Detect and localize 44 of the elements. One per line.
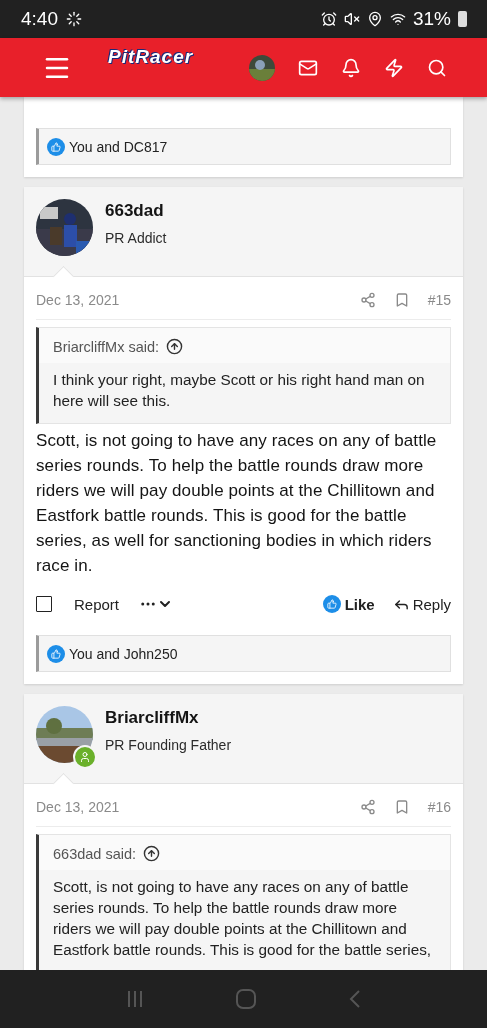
quote-source[interactable]: BriarcliffMx said: <box>53 338 160 355</box>
quote-text: I think your right, maybe Scott or his right hand man on here will see this. <box>52 370 426 411</box>
online-badge <box>73 745 97 769</box>
likes-text: You and DC817 <box>69 138 168 155</box>
likes-text: You and John250 <box>69 645 178 662</box>
recent-apps-icon[interactable] <box>126 990 145 1008</box>
alarm-icon <box>320 11 337 27</box>
location-icon <box>366 11 383 27</box>
report-link[interactable]: Report <box>74 595 120 613</box>
jump-up-icon[interactable] <box>143 845 161 862</box>
loading-icon <box>66 11 82 27</box>
like-icon <box>51 141 61 152</box>
share-icon[interactable] <box>359 799 376 815</box>
wifi-icon <box>389 11 406 27</box>
likes-summary[interactable]: You and John250 <box>36 635 451 672</box>
likes-summary[interactable]: You and DC817 <box>36 128 451 165</box>
home-icon[interactable] <box>236 989 257 1009</box>
mute-icon <box>343 11 360 27</box>
post-date[interactable]: Dec 13, 2021 <box>36 292 120 308</box>
lightning-icon[interactable] <box>384 57 404 78</box>
battery-icon <box>458 11 467 27</box>
select-checkbox[interactable] <box>36 596 52 612</box>
battery-percent: 31% <box>412 8 451 30</box>
back-icon[interactable] <box>348 990 361 1008</box>
thumbs-up-icon <box>326 599 337 609</box>
post-number[interactable]: #16 <box>427 799 451 815</box>
quote-source[interactable]: 663dad said: <box>53 845 137 862</box>
post-text: Scott, is not going to have any races on any of battle series rounds. To help the battle rounds draw more riders we will pay double points at the Chillitown and Eastfork battle rounds. This is good for the battle series, as well for sanctioning bodies in which riders race in. <box>36 430 438 577</box>
username[interactable]: 663dad <box>105 201 167 221</box>
like-icon <box>51 648 61 659</box>
quote-text: Scott, is not going to have any races on any of battle series rounds. To help the battle rounds draw more riders we will pay double points at the Chillitown and Eastfork battle rounds. This is good for the battle series, <box>52 877 433 960</box>
jump-up-icon[interactable] <box>166 338 184 355</box>
site-logo[interactable]: PitRacer <box>108 45 194 68</box>
post-date[interactable]: Dec 13, 2021 <box>36 799 120 815</box>
share-icon[interactable] <box>359 292 376 308</box>
user-title: PR Founding Father <box>105 737 232 753</box>
user-title: PR Addict <box>105 230 167 246</box>
reply-button[interactable]: Reply <box>392 595 451 613</box>
like-button[interactable]: Like <box>322 595 375 613</box>
search-icon[interactable] <box>427 57 447 78</box>
bell-icon[interactable] <box>341 57 361 78</box>
account-avatar[interactable] <box>249 54 275 81</box>
clock-time: 4:40 <box>21 8 58 30</box>
username[interactable]: BriarcliffMx <box>105 708 232 728</box>
